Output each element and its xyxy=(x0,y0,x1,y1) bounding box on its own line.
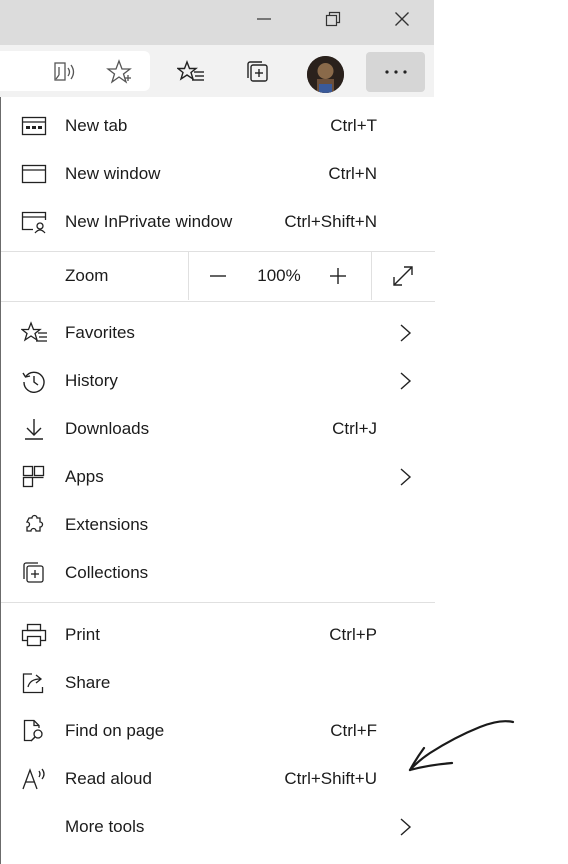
hand-drawn-arrow xyxy=(408,720,515,772)
minimize-icon xyxy=(257,18,271,20)
menu-item-shortcut: Ctrl+J xyxy=(332,419,377,438)
menu-item-label: New window xyxy=(65,164,161,183)
menu-item-more-tools[interactable]: More tools xyxy=(1,803,435,851)
extensions-icon xyxy=(21,513,47,537)
avatar-image xyxy=(307,56,344,93)
menu-item-shortcut: Ctrl+P xyxy=(329,625,377,644)
history-icon xyxy=(21,369,47,393)
menu-item-label: Read aloud xyxy=(65,769,152,788)
menu-item-new-window[interactable]: New window Ctrl+N xyxy=(1,150,435,198)
read-aloud-icon xyxy=(54,62,75,81)
zoom-out-button[interactable] xyxy=(202,260,234,292)
menu-item-label: Find on page xyxy=(65,721,165,740)
menu-item-favorites[interactable]: Favorites xyxy=(1,309,435,357)
menu-item-new-tab[interactable]: New tab Ctrl+T xyxy=(1,102,435,150)
restore-button[interactable] xyxy=(303,0,363,38)
chevron-right-icon xyxy=(400,468,412,486)
menu-item-history[interactable]: History xyxy=(1,357,435,405)
apps-icon xyxy=(21,465,47,489)
menu-item-print[interactable]: Print Ctrl+P xyxy=(1,611,435,659)
plus-icon xyxy=(330,268,346,284)
chevron-right-icon xyxy=(400,324,412,342)
menu-item-label: Share xyxy=(65,673,111,692)
menu-item-apps[interactable]: Apps xyxy=(1,453,435,501)
menu-item-label: New tab xyxy=(65,116,128,135)
menu-item-label: History xyxy=(65,371,118,390)
inprivate-icon xyxy=(21,210,47,234)
menu-item-new-inprivate-window[interactable]: New InPrivate window Ctrl+Shift+N xyxy=(1,198,435,246)
menu-item-shortcut: Ctrl+Shift+N xyxy=(284,212,377,231)
zoom-row: Zoom 100% xyxy=(1,252,435,300)
minimize-button[interactable] xyxy=(234,0,294,38)
collections-icon xyxy=(247,61,268,82)
collections-icon xyxy=(21,561,47,585)
zoom-divider xyxy=(371,252,372,300)
menu-item-share[interactable]: Share xyxy=(1,659,435,707)
menu-item-extensions[interactable]: Extensions xyxy=(1,501,435,549)
favorite-star-icon xyxy=(106,59,132,84)
settings-menu: New tab Ctrl+T New window Ctrl+N New InP… xyxy=(0,97,435,864)
print-icon xyxy=(21,623,47,647)
menu-item-label: New InPrivate window xyxy=(65,212,233,231)
find-icon xyxy=(21,719,47,743)
add-favorite-button[interactable] xyxy=(103,56,135,88)
share-icon xyxy=(21,671,47,695)
menu-item-downloads[interactable]: Downloads Ctrl+J xyxy=(1,405,435,453)
zoom-label: Zoom xyxy=(65,266,109,285)
more-dots-icon xyxy=(384,70,407,74)
menu-item-shortcut: Ctrl+N xyxy=(328,164,377,183)
menu-item-label: Favorites xyxy=(65,323,135,342)
menu-item-label: Print xyxy=(65,625,100,644)
minus-icon xyxy=(210,275,226,277)
read-aloud-icon xyxy=(21,767,47,791)
close-icon xyxy=(395,12,409,26)
download-icon xyxy=(21,417,47,441)
new-window-icon xyxy=(21,162,47,186)
collections-button[interactable] xyxy=(242,56,274,88)
menu-item-read-aloud[interactable]: Read aloud Ctrl+Shift+U xyxy=(1,755,435,803)
menu-item-shortcut: Ctrl+F xyxy=(330,721,377,740)
zoom-in-button[interactable] xyxy=(322,260,354,292)
menu-item-label: Collections xyxy=(65,563,149,582)
chevron-right-icon xyxy=(400,818,412,836)
chevron-right-icon xyxy=(400,372,412,390)
close-button[interactable] xyxy=(372,0,432,38)
menu-item-find-on-page[interactable]: Find on page Ctrl+F xyxy=(1,707,435,755)
menu-item-label: Extensions xyxy=(65,515,149,534)
menu-item-label: Apps xyxy=(65,467,104,486)
full-screen-button[interactable] xyxy=(387,260,419,292)
menu-item-shortcut: Ctrl+T xyxy=(330,116,377,135)
zoom-divider xyxy=(188,252,189,300)
full-screen-icon xyxy=(393,266,413,286)
favorites-icon xyxy=(21,321,47,345)
menu-item-label: Downloads xyxy=(65,419,150,438)
browser-toolbar xyxy=(0,45,434,97)
title-bar xyxy=(0,0,434,45)
favorites-list-icon xyxy=(177,60,204,81)
restore-icon xyxy=(325,11,341,27)
favorites-button[interactable] xyxy=(175,56,207,88)
profile-avatar[interactable] xyxy=(307,56,344,93)
settings-and-more-button[interactable] xyxy=(366,52,425,92)
menu-separator xyxy=(1,301,435,302)
menu-item-collections[interactable]: Collections xyxy=(1,549,435,597)
read-aloud-button[interactable] xyxy=(48,56,80,88)
zoom-value: 100% xyxy=(257,266,301,285)
menu-separator xyxy=(1,602,435,603)
new-tab-icon xyxy=(21,114,47,138)
menu-item-label: More tools xyxy=(65,817,145,836)
menu-item-shortcut: Ctrl+Shift+U xyxy=(284,769,377,788)
